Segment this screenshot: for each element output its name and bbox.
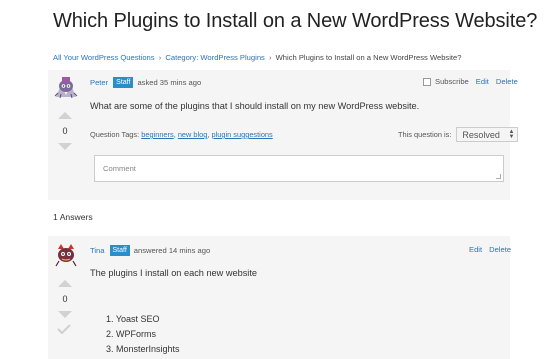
answer-vote-widget: 0	[55, 280, 75, 318]
answer-delete-link[interactable]: Delete	[489, 245, 511, 254]
upvote-arrow-icon[interactable]	[58, 112, 72, 119]
staff-badge: Staff	[113, 77, 134, 88]
status-label: This question is:	[398, 130, 452, 139]
answer-meta: Tina Staff answered 14 mins ago	[90, 245, 210, 256]
comment-input[interactable]: Comment	[94, 155, 504, 182]
staff-badge: Staff	[109, 245, 130, 256]
breadcrumb-separator: ›	[268, 53, 272, 62]
upvote-arrow-icon[interactable]	[58, 280, 72, 287]
breadcrumb-current: Which Plugins to Install on a New WordPr…	[275, 53, 462, 62]
breadcrumb-separator: ›	[158, 53, 162, 62]
user-avatar-peter[interactable]	[53, 73, 79, 99]
question-edit-link[interactable]: Edit	[476, 77, 489, 86]
breadcrumb-link-all-questions[interactable]: All Your WordPress Questions	[53, 53, 155, 62]
question-actions: Subscribe Edit Delete	[423, 77, 518, 86]
status-select-value: Resolved	[462, 129, 500, 140]
tags-label: Question Tags:	[90, 130, 140, 139]
page-title: Which Plugins to Install on a New WordPr…	[53, 10, 538, 32]
question-body: What are some of the plugins that I shou…	[90, 101, 420, 111]
answer-actions: Edit Delete	[462, 245, 511, 254]
answer-vote-count: 0	[62, 294, 68, 304]
downvote-arrow-icon[interactable]	[58, 143, 72, 150]
user-avatar-tina[interactable]	[53, 242, 79, 268]
list-item: 3. MonsterInsights	[106, 344, 180, 354]
question-delete-link[interactable]: Delete	[496, 77, 518, 86]
question-vote-count: 0	[62, 126, 68, 136]
answer-body: The plugins I install on each new websit…	[90, 268, 258, 278]
question-status: This question is: Resolved ▲ ▼	[398, 127, 519, 142]
tag-link[interactable]: beginners	[141, 130, 173, 139]
answers-count: 1 Answers	[53, 212, 93, 222]
tag-link[interactable]: new blog	[178, 130, 208, 139]
question-vote-widget: 0	[55, 112, 75, 150]
subscribe-label[interactable]: Subscribe	[435, 77, 469, 86]
downvote-arrow-icon[interactable]	[58, 311, 72, 318]
answer-time: answered 14 mins ago	[133, 246, 211, 255]
breadcrumb: All Your WordPress Questions › Category:…	[53, 53, 461, 62]
question-tags: Question Tags: beginners, new blog, plug…	[90, 130, 273, 139]
subscribe-checkbox[interactable]	[423, 77, 431, 86]
comment-placeholder: Comment	[103, 164, 136, 173]
resize-handle-icon[interactable]	[496, 174, 501, 179]
answer-author[interactable]: Tina	[90, 246, 105, 255]
question-author[interactable]: Peter	[90, 78, 108, 87]
tag-link[interactable]: plugin suggestions	[212, 130, 273, 139]
select-caret-icon: ▲ ▼	[508, 128, 515, 140]
list-item: 2. WPForms	[106, 329, 157, 339]
accept-answer-check-icon[interactable]	[57, 324, 71, 334]
status-select[interactable]: Resolved ▲ ▼	[456, 127, 519, 142]
question-time: asked 35 mins ago	[137, 78, 202, 87]
question-meta: Peter Staff asked 35 mins ago	[90, 77, 201, 88]
answer-edit-link[interactable]: Edit	[469, 245, 482, 254]
answer-plugin-list: 1. Yoast SEO 2. WPForms 3. MonsterInsigh…	[106, 314, 180, 359]
list-item: 1. Yoast SEO	[106, 314, 160, 324]
breadcrumb-link-category[interactable]: Category: WordPress Plugins	[165, 53, 264, 62]
